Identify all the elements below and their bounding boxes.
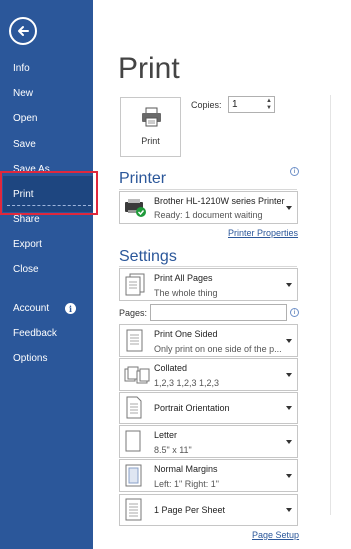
pages-input[interactable] <box>150 304 287 321</box>
chevron-down-icon <box>286 508 292 512</box>
print-range-dropdown[interactable]: Print All Pages The whole thing <box>119 268 298 301</box>
sidebar-item-open[interactable]: Open <box>13 113 37 124</box>
collation-dropdown[interactable]: Collated 1,2,3 1,2,3 1,2,3 <box>119 358 298 391</box>
setting-line2: Only print on one side of the p... <box>154 344 282 354</box>
sides-dropdown[interactable]: Print One Sided Only print on one side o… <box>119 324 298 357</box>
sidebar-item-share[interactable]: Share <box>13 214 40 225</box>
chevron-down-icon <box>286 338 292 343</box>
chevron-down-icon <box>286 406 292 410</box>
print-focus-outline <box>7 205 91 206</box>
pages-label: Pages: <box>119 308 148 318</box>
print-pane: Print Print Copies: 1 ▲ ▼ i Printer Broth… <box>93 0 351 549</box>
pages-info-icon[interactable]: i <box>290 308 299 317</box>
collated-icon <box>124 366 150 383</box>
info-icon: i <box>65 303 76 314</box>
print-button-label: Print <box>141 136 160 146</box>
setting-line1: Print All Pages <box>154 273 213 283</box>
setting-line1: Portrait Orientation <box>154 403 230 413</box>
sidebar-item-save[interactable]: Save <box>13 139 36 150</box>
sidebar-item-account[interactable]: Account <box>13 303 49 314</box>
setting-line2: Left: 1" Right: 1" <box>154 479 219 489</box>
chevron-down-icon <box>286 372 292 377</box>
printer-heading: Printer <box>119 170 167 187</box>
copies-spinner-icon[interactable]: ▲ ▼ <box>266 98 272 112</box>
printer-divider <box>119 189 297 190</box>
backstage-sidebar: Info New Open Save Save As Print Share E… <box>0 0 98 549</box>
setting-line1: 1 Page Per Sheet <box>154 505 226 515</box>
printer-status: Ready: 1 document waiting <box>154 210 263 220</box>
printer-icon <box>142 107 161 127</box>
chevron-down-icon <box>286 205 292 210</box>
printer-dropdown[interactable]: Brother HL-1210W series Printer Ready: 1… <box>119 191 298 224</box>
back-arrow-icon[interactable] <box>9 17 37 45</box>
printer-name: Brother HL-1210W series Printer <box>154 196 285 206</box>
preview-divider <box>330 95 331 515</box>
portrait-icon <box>126 396 142 419</box>
pages-per-sheet-dropdown[interactable]: 1 Page Per Sheet <box>119 494 298 526</box>
sidebar-item-export[interactable]: Export <box>13 239 42 250</box>
margins-icon <box>125 464 142 486</box>
setting-line1: Normal Margins <box>154 464 218 474</box>
orientation-dropdown[interactable]: Portrait Orientation <box>119 392 298 424</box>
setting-line2: 8.5" x 11" <box>154 445 192 455</box>
printer-properties-link[interactable]: Printer Properties <box>228 228 298 238</box>
sidebar-item-new[interactable]: New <box>13 88 33 99</box>
pages-per-sheet-icon <box>125 498 142 521</box>
sidebar-item-feedback[interactable]: Feedback <box>13 328 57 339</box>
setting-line1: Print One Sided <box>154 329 218 339</box>
one-sided-icon <box>126 329 143 351</box>
settings-heading: Settings <box>119 248 177 265</box>
sidebar-item-print[interactable]: Print <box>13 189 34 200</box>
settings-divider <box>119 266 297 267</box>
setting-line1: Collated <box>154 363 188 373</box>
printer-info-icon[interactable]: i <box>290 167 299 176</box>
chevron-down-icon <box>286 473 292 478</box>
print-button[interactable]: Print <box>120 97 181 157</box>
page-title: Print <box>118 52 180 85</box>
paper-size-dropdown[interactable]: Letter 8.5" x 11" <box>119 425 298 458</box>
sidebar-item-options[interactable]: Options <box>13 353 47 364</box>
page-setup-link[interactable]: Page Setup <box>252 530 299 540</box>
setting-line1: Letter <box>154 430 178 440</box>
sidebar-item-info[interactable]: Info <box>13 63 30 74</box>
margins-dropdown[interactable]: Normal Margins Left: 1" Right: 1" <box>119 459 298 492</box>
chevron-down-icon <box>286 439 292 444</box>
copies-label: Copies: <box>191 100 222 110</box>
setting-line2: The whole thing <box>154 288 218 298</box>
printer-ready-icon <box>125 198 146 217</box>
chevron-down-icon <box>286 282 292 287</box>
sidebar-item-close[interactable]: Close <box>13 264 39 275</box>
copies-input[interactable]: 1 ▲ ▼ <box>228 96 275 113</box>
copies-value: 1 <box>232 99 238 110</box>
letter-icon <box>125 430 141 451</box>
setting-line2: 1,2,3 1,2,3 1,2,3 <box>154 378 220 388</box>
pages-icon <box>125 273 145 295</box>
